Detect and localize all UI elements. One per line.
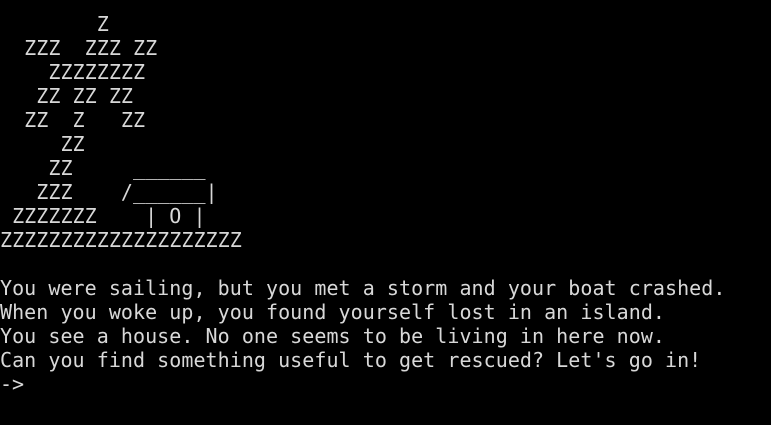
ascii-art-line: ZZZ ZZZ ZZ xyxy=(0,36,158,60)
ascii-art-line: ZZZZZZZ | O | xyxy=(0,204,206,228)
ascii-art-line: ZZZZZZZZZZZZZZZZZZZZ xyxy=(0,228,242,252)
ascii-art-island: Z ZZZ ZZZ ZZ ZZZZZZZZ ZZ ZZ ZZ ZZ Z ZZ Z… xyxy=(0,12,771,252)
ascii-art-line: Z xyxy=(0,12,109,36)
story-line: When you woke up, you found yourself los… xyxy=(0,300,666,324)
ascii-art-line: ZZ Z ZZ xyxy=(0,108,146,132)
command-prompt[interactable]: -> xyxy=(0,372,771,396)
ascii-art-line: ZZ ZZ ZZ xyxy=(0,84,134,108)
prompt-arrow: -> xyxy=(0,372,25,396)
console-window[interactable]: Z ZZZ ZZZ ZZ ZZZZZZZZ ZZ ZZ ZZ ZZ Z ZZ Z… xyxy=(0,0,771,425)
ascii-art-line: ZZZZZZZZ xyxy=(0,60,146,84)
ascii-art-line: ZZ xyxy=(0,132,85,156)
ascii-art-line: ZZ ______ xyxy=(0,156,206,180)
story-line: Can you find something useful to get res… xyxy=(0,348,702,372)
ascii-art-line: ZZZ /______| xyxy=(0,180,218,204)
story-line: You see a house. No one seems to be livi… xyxy=(0,324,666,348)
story-text: You were sailing, but you met a storm an… xyxy=(0,276,771,372)
story-line: You were sailing, but you met a storm an… xyxy=(0,276,726,300)
